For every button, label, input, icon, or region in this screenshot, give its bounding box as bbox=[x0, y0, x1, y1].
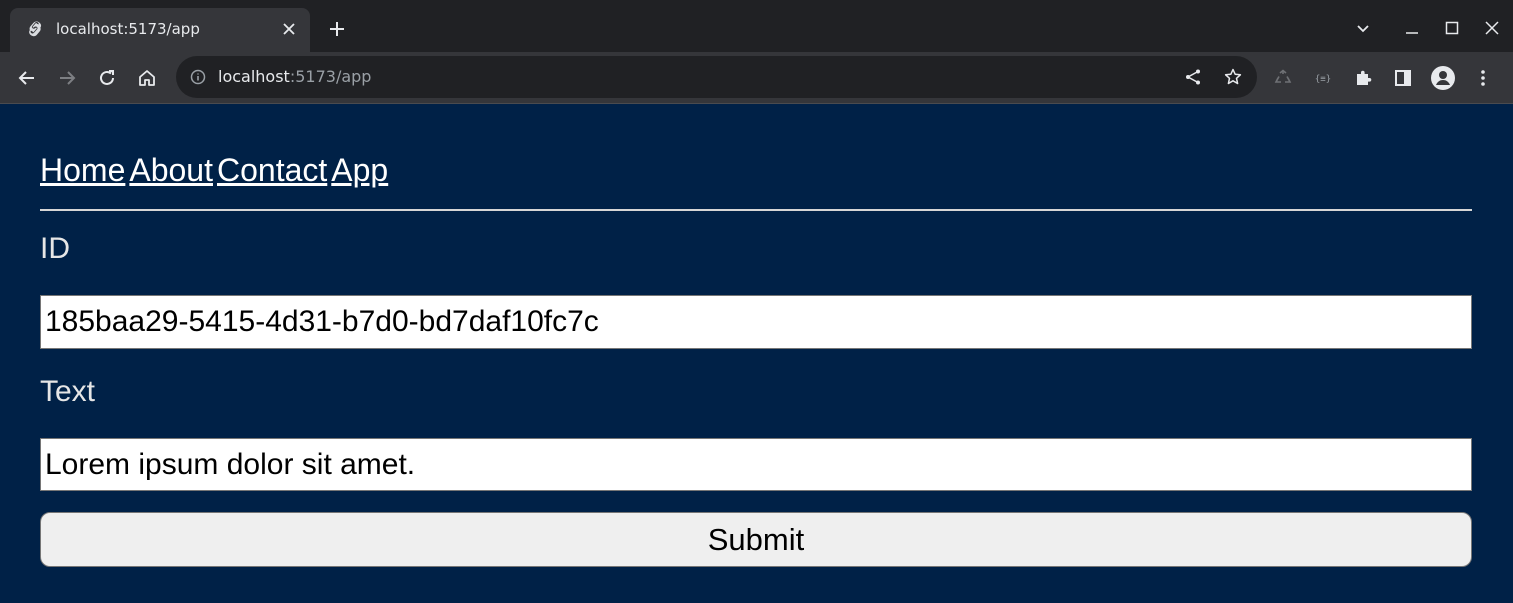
nav-divider bbox=[40, 209, 1472, 211]
text-label: Text bbox=[40, 375, 96, 408]
browser-toolbar: localhost:5173/app {≡} bbox=[0, 52, 1513, 104]
id-label: ID bbox=[40, 232, 70, 265]
nav-link-home[interactable]: Home bbox=[40, 152, 125, 188]
url-host: localhost bbox=[218, 67, 290, 86]
close-window-icon[interactable] bbox=[1478, 14, 1506, 42]
text-input[interactable] bbox=[40, 438, 1472, 491]
svg-text:{≡}: {≡} bbox=[1315, 75, 1331, 85]
address-bar[interactable]: localhost:5173/app bbox=[176, 56, 1257, 98]
extensions-puzzle-icon[interactable] bbox=[1349, 64, 1377, 92]
main-nav: Home About Contact App bbox=[40, 152, 392, 189]
new-tab-icon[interactable] bbox=[326, 18, 348, 40]
side-panel-icon[interactable] bbox=[1389, 64, 1417, 92]
minimize-icon[interactable] bbox=[1398, 14, 1426, 42]
home-icon[interactable] bbox=[133, 64, 161, 92]
forward-arrow-icon[interactable] bbox=[53, 64, 81, 92]
id-input[interactable] bbox=[40, 295, 1472, 349]
tab-title: localhost:5173/app bbox=[56, 20, 200, 38]
nav-link-app[interactable]: App bbox=[331, 152, 388, 188]
svelte-favicon-icon bbox=[26, 20, 44, 38]
browser-tab[interactable]: localhost:5173/app bbox=[10, 8, 310, 52]
reload-icon[interactable] bbox=[93, 64, 121, 92]
close-tab-icon[interactable] bbox=[280, 20, 298, 38]
nav-link-about[interactable]: About bbox=[129, 152, 213, 188]
submit-button[interactable]: Submit bbox=[40, 512, 1472, 567]
json-extension-icon[interactable]: {≡} bbox=[1309, 64, 1337, 92]
url-text[interactable]: localhost:5173/app bbox=[218, 67, 371, 86]
profile-avatar-icon[interactable] bbox=[1429, 64, 1457, 92]
more-menu-icon[interactable] bbox=[1469, 64, 1497, 92]
tab-search-chevron-down-icon[interactable] bbox=[1349, 14, 1377, 42]
site-info-icon[interactable] bbox=[190, 69, 206, 85]
share-icon[interactable] bbox=[1183, 67, 1203, 87]
app-page: HomeAboutContactApp ID Text Submit bbox=[0, 104, 1513, 603]
browser-tab-strip: localhost:5173/app bbox=[0, 0, 1513, 52]
bookmark-star-icon[interactable] bbox=[1223, 67, 1243, 87]
back-arrow-icon[interactable] bbox=[13, 64, 41, 92]
maximize-icon[interactable] bbox=[1438, 14, 1466, 42]
url-path: :5173/app bbox=[289, 67, 372, 86]
nav-link-contact[interactable]: Contact bbox=[217, 152, 327, 188]
recycle-extension-icon[interactable] bbox=[1269, 64, 1297, 92]
